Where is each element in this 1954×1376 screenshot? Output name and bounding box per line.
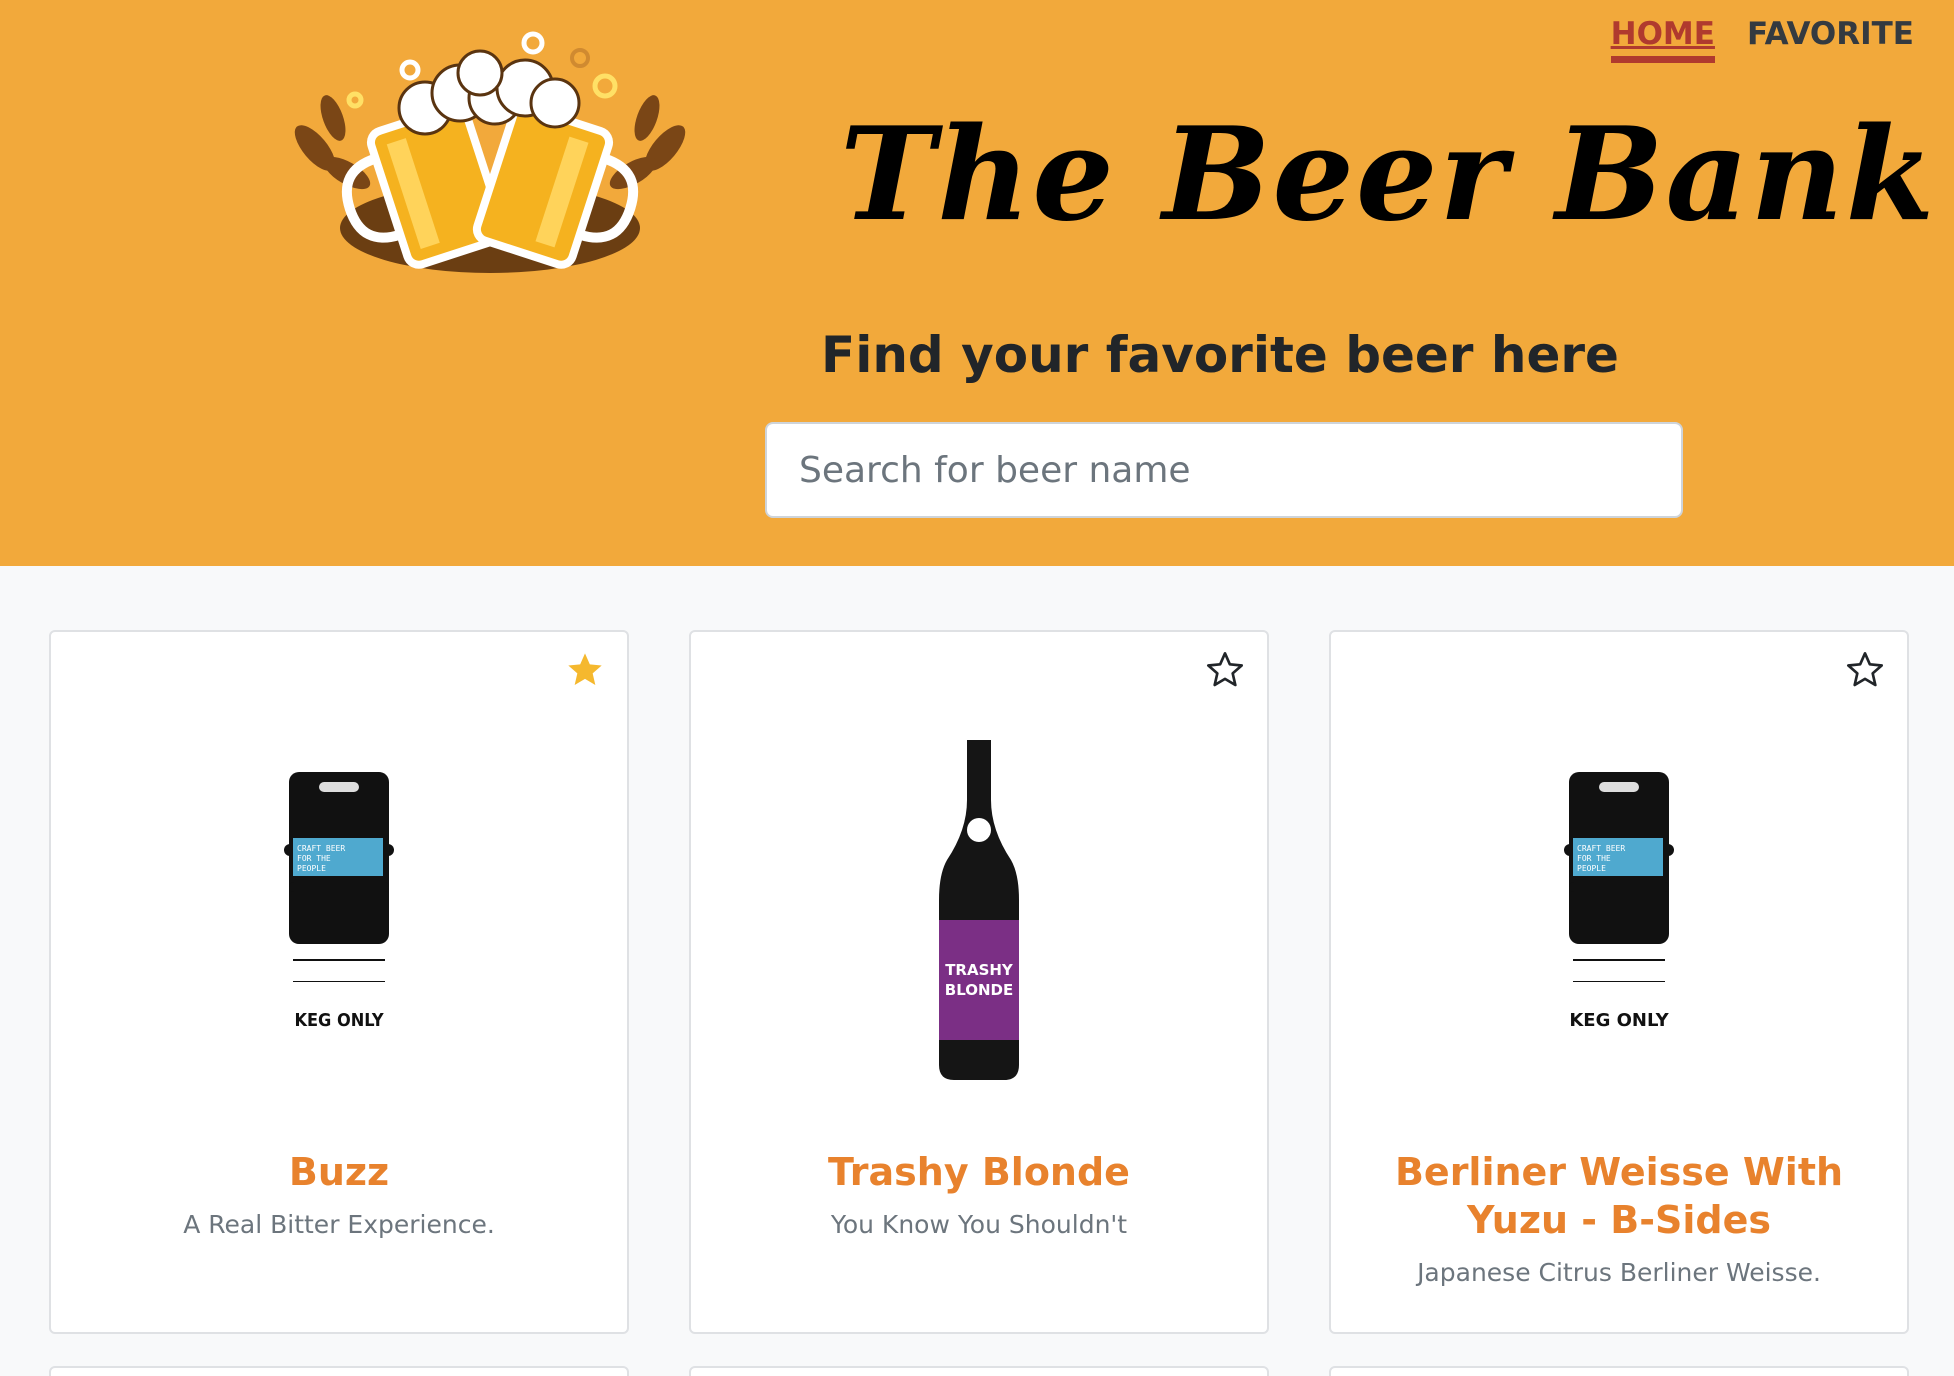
search-input[interactable] [765,422,1683,518]
star-outline-icon[interactable] [1845,650,1885,690]
svg-text:PEOPLE: PEOPLE [297,864,326,873]
beer-card[interactable]: CRAFT BEER FOR THE PEOPLE KEG ONLY Buzz … [49,630,629,1334]
site-title: The Beer Bank [840,100,1937,250]
keg-image: CRAFT BEER FOR THE PEOPLE [1564,772,1674,982]
header: HOME FAVORITE The Beer Bank Find your fa… [0,0,1954,566]
nav-favorite-link[interactable]: FAVORITE [1747,16,1914,63]
beer-card[interactable]: CRAFT BEER FOR THE PEOPLE KEG ONLY Berli… [1329,630,1909,1334]
keg-only-label: KEG ONLY [294,1010,384,1031]
top-nav: HOME FAVORITE [1610,16,1914,63]
keg-only-label: KEG ONLY [1569,1010,1669,1031]
beer-tagline: You Know You Shouldn't [830,1210,1128,1239]
beer-card[interactable]: TRASHY BLONDE Trashy Blonde You Know You… [689,630,1269,1334]
beer-name[interactable]: Trashy Blonde [721,1148,1237,1196]
nav-home-link[interactable]: HOME [1610,16,1715,63]
beer-name[interactable]: Berliner Weisse With Yuzu - B-Sides [1361,1148,1877,1244]
svg-text:PEOPLE: PEOPLE [1577,864,1606,873]
beer-card-partial[interactable] [689,1366,1269,1376]
beer-mugs-logo [294,31,686,273]
beer-card-partial[interactable] [1329,1366,1909,1376]
beer-tagline: A Real Bitter Experience. [183,1210,495,1239]
bottle-image: TRASHY BLONDE [939,740,1019,1080]
keg-image: CRAFT BEER FOR THE PEOPLE [284,772,394,982]
star-outline-icon[interactable] [1205,650,1245,690]
keg-band-text: CRAFT BEER [297,844,345,853]
keg-band-text: CRAFT BEER [1577,844,1625,853]
bottle-label-text: TRASHY [945,961,1014,979]
svg-text:FOR THE: FOR THE [297,854,331,863]
beer-name[interactable]: Buzz [81,1148,597,1196]
svg-text:BLONDE: BLONDE [945,981,1013,999]
header-tagline: Find your favorite beer here [821,326,1619,384]
beer-card-partial[interactable] [49,1366,629,1376]
beer-tagline: Japanese Citrus Berliner Weisse. [1417,1258,1821,1287]
star-filled-icon[interactable] [565,650,605,690]
svg-text:FOR THE: FOR THE [1577,854,1611,863]
